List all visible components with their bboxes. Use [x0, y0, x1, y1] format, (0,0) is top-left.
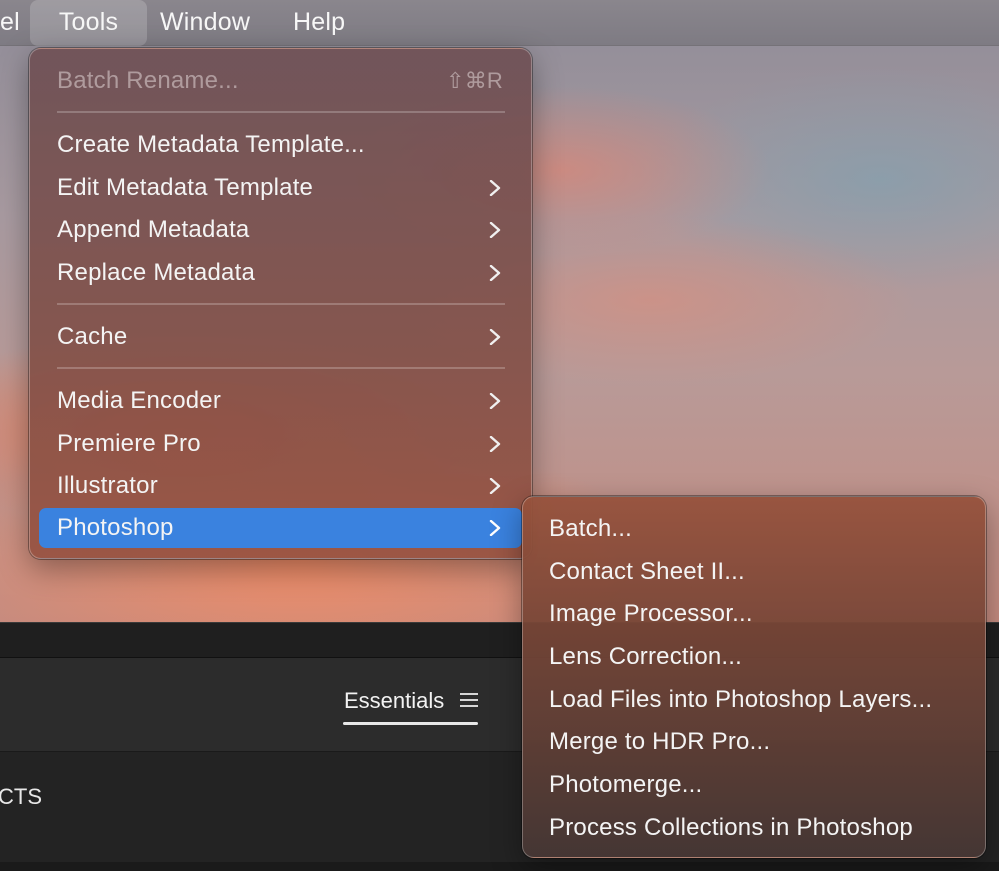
menu-item-label: Image Processor...	[549, 600, 753, 627]
menu-item-label: Create Metadata Template...	[57, 131, 365, 158]
menu-window[interactable]: Window	[148, 0, 262, 46]
submenu-item-contact-sheet[interactable]: Contact Sheet II...	[523, 552, 985, 592]
menu-item-batch-rename: Batch Rename... ⇧⌘R	[30, 61, 531, 101]
menu-item-label: Merge to HDR Pro...	[549, 728, 771, 755]
menu-help[interactable]: Help	[281, 0, 357, 46]
submenu-item-merge-to-hdr-pro[interactable]: Merge to HDR Pro...	[523, 722, 985, 762]
hamburger-menu-icon[interactable]	[460, 693, 478, 709]
chevron-right-icon	[489, 180, 501, 196]
menu-item-label: Lens Correction...	[549, 643, 743, 670]
menu-label[interactable]: el	[0, 0, 32, 46]
menu-item-replace-metadata[interactable]: Replace Metadata	[30, 253, 531, 293]
chevron-right-icon	[489, 393, 501, 409]
chevron-right-icon	[489, 222, 501, 238]
menu-item-label: Edit Metadata Template	[57, 174, 314, 201]
workspace-essentials-tab[interactable]: Essentials	[344, 688, 444, 714]
menu-item-label: Premiere Pro	[57, 430, 201, 457]
menu-separator	[57, 303, 505, 305]
menu-separator	[57, 367, 505, 369]
chevron-right-icon	[489, 265, 501, 281]
shortcut-label: ⇧⌘R	[446, 68, 503, 93]
menu-separator	[57, 111, 505, 113]
menu-item-edit-metadata-template[interactable]: Edit Metadata Template	[30, 168, 531, 208]
tools-dropdown-menu: Batch Rename... ⇧⌘R Create Metadata Temp…	[29, 48, 532, 559]
chevron-right-icon	[489, 478, 501, 494]
menu-item-label: Batch Rename...	[57, 67, 239, 94]
chevron-right-icon	[489, 436, 501, 452]
panel-title: CTS	[0, 784, 42, 809]
menu-tools[interactable]: Tools	[30, 0, 147, 46]
submenu-item-batch[interactable]: Batch...	[523, 509, 985, 549]
menu-item-label: Replace Metadata	[57, 259, 255, 286]
submenu-item-image-processor[interactable]: Image Processor...	[523, 594, 985, 634]
submenu-item-lens-correction[interactable]: Lens Correction...	[523, 637, 985, 677]
menu-item-cache[interactable]: Cache	[30, 317, 531, 357]
submenu-item-photomerge[interactable]: Photomerge...	[523, 765, 985, 805]
menu-item-label: Photoshop	[57, 514, 174, 541]
chevron-right-icon	[489, 329, 501, 345]
menu-item-label: Batch...	[549, 515, 632, 542]
photoshop-submenu: Batch... Contact Sheet II... Image Proce…	[522, 496, 986, 858]
menu-item-illustrator[interactable]: Illustrator	[30, 466, 531, 506]
menu-bar: el Tools Window Help	[0, 0, 999, 46]
menu-item-label: Contact Sheet II...	[549, 558, 745, 585]
chevron-right-icon	[489, 520, 501, 536]
menu-item-photoshop[interactable]: Photoshop	[39, 508, 522, 548]
menu-item-label: Process Collections in Photoshop	[549, 814, 913, 841]
active-tab-underline	[343, 722, 478, 725]
menu-item-label: Illustrator	[57, 472, 158, 499]
submenu-item-load-files-into-layers[interactable]: Load Files into Photoshop Layers...	[523, 680, 985, 720]
bottom-strip	[0, 862, 999, 871]
menu-item-label: Photomerge...	[549, 771, 703, 798]
menu-item-append-metadata[interactable]: Append Metadata	[30, 210, 531, 250]
menu-item-premiere-pro[interactable]: Premiere Pro	[30, 424, 531, 464]
menu-item-create-metadata-template[interactable]: Create Metadata Template...	[30, 125, 531, 165]
menu-item-label: Load Files into Photoshop Layers...	[549, 686, 933, 713]
submenu-item-process-collections[interactable]: Process Collections in Photoshop	[523, 808, 985, 848]
menu-item-media-encoder[interactable]: Media Encoder	[30, 381, 531, 421]
menu-item-label: Media Encoder	[57, 387, 222, 414]
menu-item-label: Cache	[57, 323, 128, 350]
menu-item-label: Append Metadata	[57, 216, 250, 243]
